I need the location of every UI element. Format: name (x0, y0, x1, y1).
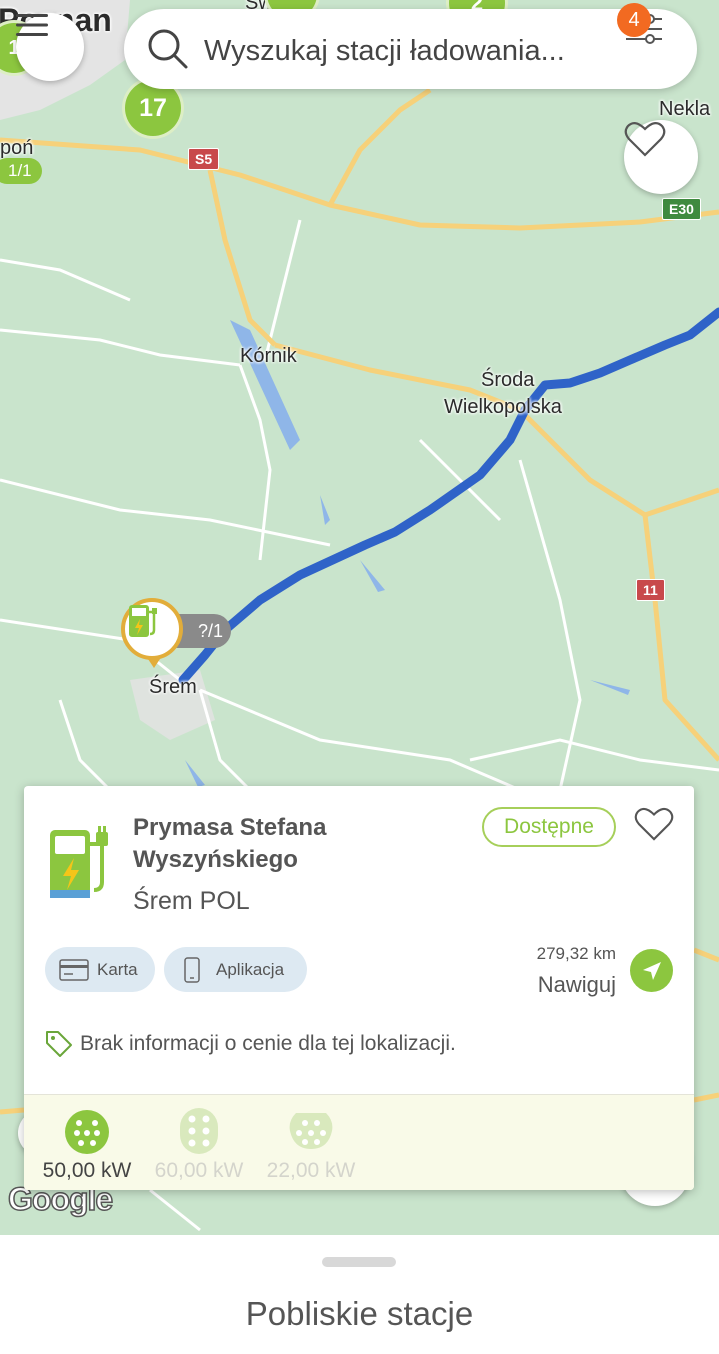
connector-power: 50,00 kW (42, 1159, 132, 1182)
place-label-kornik: Kórnik (240, 345, 297, 367)
connector-item[interactable]: 22,00 kW (256, 1095, 366, 1190)
favorite-button[interactable] (634, 806, 674, 847)
connector-chademo-icon (180, 1108, 218, 1154)
selected-station-pin[interactable] (121, 598, 183, 660)
pin-count-tag: ?/1 (176, 614, 232, 648)
connector-power: 22,00 kW (266, 1159, 356, 1182)
road-shield-e30: E30 (662, 198, 701, 220)
phone-icon (184, 956, 200, 983)
connector-type2-icon (289, 1113, 333, 1149)
hamburger-icon (16, 14, 48, 36)
filter-count-badge: 4 (617, 3, 651, 37)
search-bar[interactable]: Wyszukaj stacji ładowania... (124, 9, 697, 89)
station-card[interactable]: Prymasa Stefana Wyszyńskiego Śrem POL Do… (24, 786, 694, 1190)
status-badge: Dostępne (482, 807, 616, 847)
heart-icon (634, 807, 674, 841)
connector-power: 60,00 kW (154, 1159, 244, 1182)
credit-card-icon (59, 958, 89, 981)
search-input[interactable]: Wyszukaj stacji ładowania... (204, 35, 565, 68)
price-info: Brak informacji o cenie dla tej lokaliza… (80, 1032, 456, 1055)
connector-ccs-icon (65, 1110, 109, 1154)
place-label-sroda: Środa (481, 369, 535, 391)
bottom-sheet[interactable]: Pobliskie stacje (0, 1235, 719, 1354)
connectors-row: 50,00 kW 60,00 kW 22,00 kW (24, 1094, 694, 1190)
station-city: Śrem POL (133, 887, 250, 915)
favorites-map-button[interactable] (624, 120, 698, 194)
payment-chip-card: Karta (45, 947, 155, 992)
road-shield-11: 11 (636, 579, 665, 601)
charger-icon (129, 605, 157, 637)
bottom-sheet-title: Pobliskie stacje (245, 1295, 474, 1332)
road-shield-s5: S5 (188, 148, 220, 170)
navigation-arrow-icon (642, 961, 661, 980)
place-label-nekla: Nekla (659, 98, 711, 120)
drag-handle[interactable] (322, 1257, 396, 1267)
navigate-label[interactable]: Nawiguj (538, 972, 616, 998)
pin-tail (146, 656, 162, 668)
distance-label: 279,32 km (536, 944, 616, 963)
price-tag-icon (46, 1031, 72, 1057)
station-title: Prymasa Stefana Wyszyńskiego (133, 814, 327, 873)
connector-item[interactable]: 50,00 kW (32, 1095, 142, 1190)
heart-icon (624, 122, 666, 157)
station-count-pill[interactable]: 1/1 (0, 158, 42, 184)
connector-item[interactable]: 60,00 kW (144, 1095, 254, 1190)
navigate-button[interactable] (630, 949, 673, 992)
search-icon (148, 29, 188, 69)
menu-button[interactable] (16, 13, 84, 81)
place-label-srem: Śrem (149, 676, 197, 698)
payment-label: Karta (97, 959, 138, 979)
place-label-pon: poń (0, 137, 34, 159)
payment-label: Aplikacja (216, 959, 285, 979)
place-label-wielkopolska: Wielkopolska (444, 396, 562, 418)
payment-chip-app: Aplikacja (164, 947, 307, 992)
charger-station-icon (50, 826, 108, 898)
